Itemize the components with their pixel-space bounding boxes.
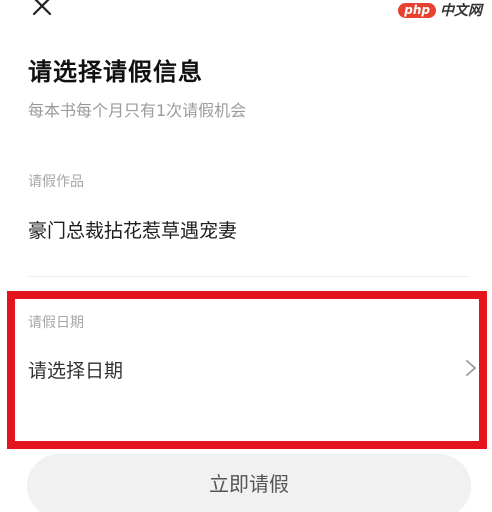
date-label: 请假日期 (28, 315, 84, 331)
divider (28, 276, 470, 277)
work-value: 豪门总裁拈花惹草遇宠妻 (28, 220, 238, 242)
chevron-right-icon (464, 358, 478, 378)
page-subtitle: 每本书每个月只有1次请假机会 (28, 101, 247, 120)
watermark-brand: php (398, 2, 436, 18)
watermark-logo: php 中文网 (398, 0, 482, 20)
page-title: 请选择请假信息 (28, 58, 203, 86)
date-picker[interactable]: 请选择日期 (20, 346, 478, 388)
watermark-site: 中文网 (440, 3, 482, 19)
work-label: 请假作品 (28, 174, 84, 190)
close-icon (32, 0, 52, 16)
date-placeholder: 请选择日期 (28, 360, 124, 382)
close-button[interactable] (28, 0, 56, 22)
submit-leave-button[interactable]: 立即请假 (27, 454, 471, 512)
